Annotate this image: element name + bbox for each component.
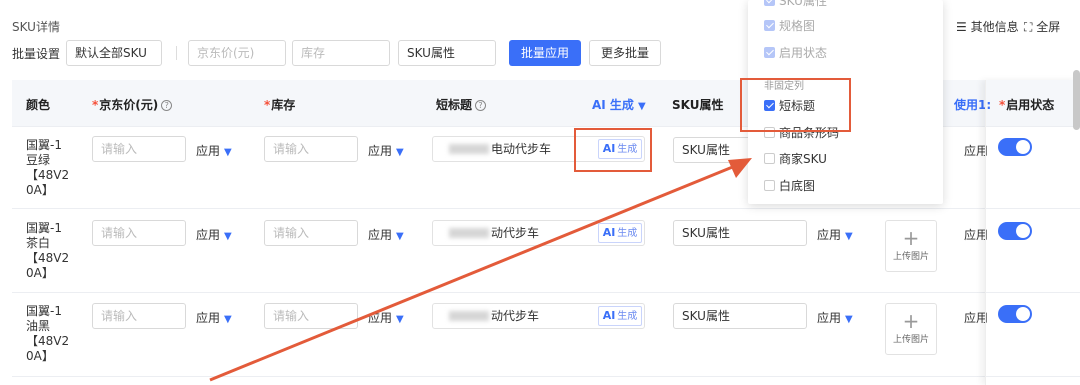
annotation-arrow xyxy=(209,158,752,382)
